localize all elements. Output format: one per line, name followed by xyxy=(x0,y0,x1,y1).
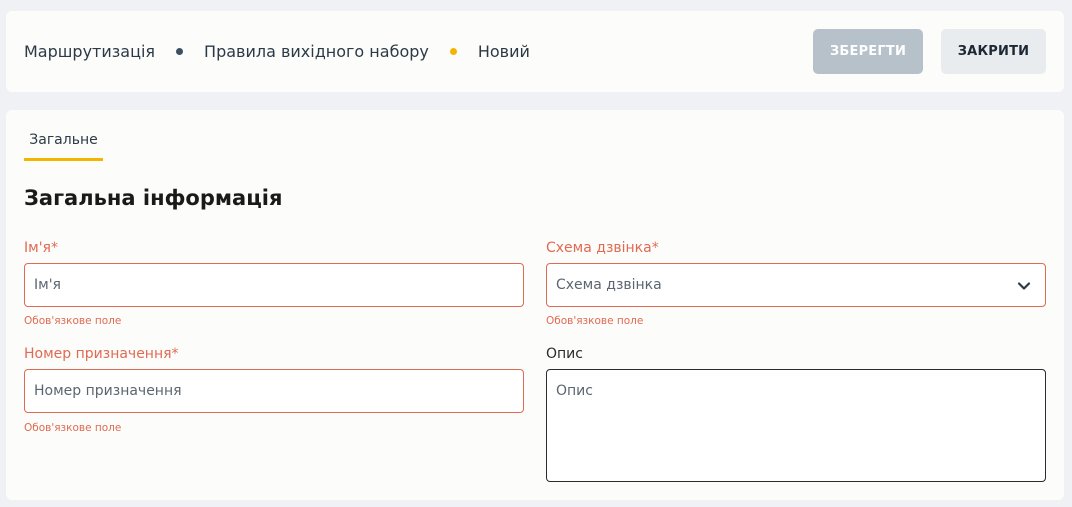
name-label: Ім'я* xyxy=(24,240,58,256)
destination-number-placeholder: Номер призначення xyxy=(34,383,182,399)
breadcrumb-item-outbound-rules[interactable]: Правила вихідного набору xyxy=(204,42,429,61)
close-button[interactable]: ЗАКРИТИ xyxy=(941,29,1046,74)
top-bar: Маршрутизація Правила вихідного набору Н… xyxy=(6,11,1064,92)
section-title: Загальна інформація xyxy=(24,186,283,210)
breadcrumb-current-dot xyxy=(449,48,457,55)
description-textarea[interactable]: Опис xyxy=(546,369,1046,482)
name-error: Обов'язкове поле xyxy=(24,315,122,327)
call-scheme-placeholder: Схема дзвінка xyxy=(556,277,662,293)
destination-number-input[interactable]: Номер призначення xyxy=(24,369,524,413)
destination-number-error: Обов'язкове поле xyxy=(24,422,122,434)
name-placeholder: Ім'я xyxy=(34,277,61,293)
call-scheme-select[interactable]: Схема дзвінка xyxy=(546,263,1046,307)
breadcrumb: Маршрутизація Правила вихідного набору Н… xyxy=(24,11,530,92)
name-input[interactable]: Ім'я xyxy=(24,263,524,307)
breadcrumb-item-new: Новий xyxy=(477,42,530,61)
chevron-down-icon xyxy=(1017,282,1031,290)
description-placeholder: Опис xyxy=(556,383,593,399)
call-scheme-label: Схема дзвінка* xyxy=(546,240,659,256)
form-panel: Загальне Загальна інформація Ім'я* Ім'я … xyxy=(6,110,1064,500)
save-button[interactable]: ЗБЕРЕГТИ xyxy=(813,29,923,74)
destination-number-label: Номер призначення* xyxy=(24,346,179,362)
description-label: Опис xyxy=(546,346,583,362)
breadcrumb-separator-dot xyxy=(176,48,184,55)
breadcrumb-item-routing[interactable]: Маршрутизація xyxy=(24,42,155,61)
call-scheme-error: Обов'язкове поле xyxy=(546,315,644,327)
tab-general[interactable]: Загальне xyxy=(24,132,103,161)
